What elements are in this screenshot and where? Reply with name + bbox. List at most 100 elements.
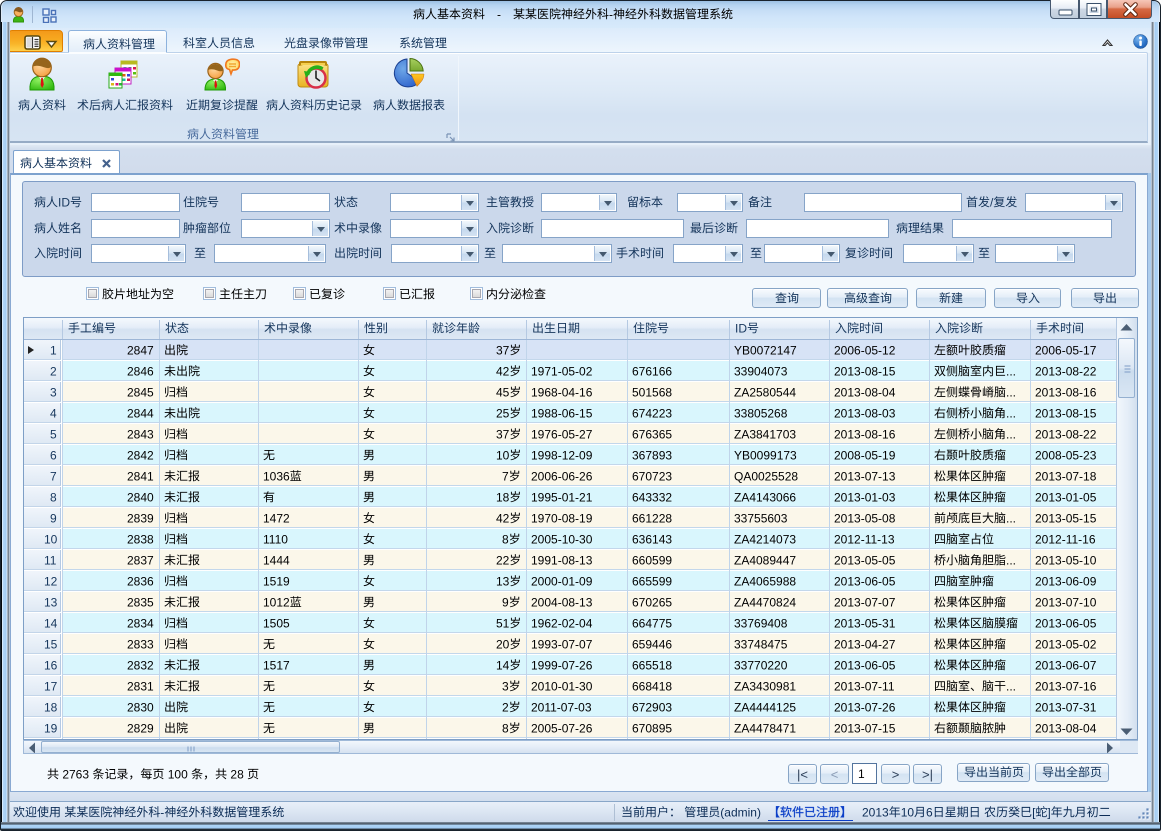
svg-text:33805268: 33805268 (734, 407, 788, 420)
svg-text:1036: 1036 (263, 470, 290, 483)
svg-text:2013-07-11: 2013-07-11 (834, 680, 895, 693)
svg-text:1444: 1444 (263, 554, 290, 567)
svg-text:2832: 2832 (127, 659, 154, 672)
svg-text:13: 13 (44, 596, 58, 609)
svg-text:2844: 2844 (127, 407, 154, 420)
svg-text:2008-05-19: 2008-05-19 (834, 449, 896, 462)
svg-text:...: ... (1006, 680, 1016, 693)
svg-text:1517: 1517 (263, 659, 290, 672)
svg-text:1519: 1519 (263, 575, 290, 588)
svg-text:10: 10 (44, 533, 58, 546)
svg-text:]: ] (1047, 806, 1050, 819)
svg-text:...: ... (1006, 554, 1016, 567)
svg-text:2013-08-16: 2013-08-16 (834, 428, 896, 441)
svg-text:-: - (497, 8, 501, 21)
svg-text:665599: 665599 (632, 575, 672, 588)
svg-text:2013: 2013 (862, 806, 889, 819)
svg-text:2013-07-15: 2013-07-15 (834, 722, 896, 735)
svg-text:367893: 367893 (632, 449, 672, 462)
svg-text:2013-01-05: 2013-01-05 (1035, 491, 1097, 504)
svg-text:1472: 1472 (263, 512, 290, 525)
svg-text:2013-05-31: 2013-05-31 (834, 617, 896, 630)
svg-text:16: 16 (44, 659, 58, 672)
svg-text:676365: 676365 (632, 428, 672, 441)
svg-text:2013-07-16: 2013-07-16 (1035, 680, 1097, 693)
svg-text:670723: 670723 (632, 470, 672, 483)
svg-text:7: 7 (502, 470, 509, 483)
svg-text:...: ... (1006, 407, 1016, 420)
svg-text:1995-01-21: 1995-01-21 (531, 491, 593, 504)
svg-text:2013-05-02: 2013-05-02 (1035, 638, 1097, 651)
svg-text:660599: 660599 (632, 554, 672, 567)
svg-text:ZA4143066: ZA4143066 (734, 491, 796, 504)
svg-text:ZA3430981: ZA3430981 (734, 680, 796, 693)
svg-text:...: ... (1006, 428, 1016, 441)
svg-text:ZA4470824: ZA4470824 (734, 596, 796, 609)
svg-text:ZA4065988: ZA4065988 (734, 575, 796, 588)
svg-text:ZA3841703: ZA3841703 (734, 428, 796, 441)
svg-text:ZA4444125: ZA4444125 (734, 701, 796, 714)
svg-text:33769408: 33769408 (734, 617, 788, 630)
svg-text:672903: 672903 (632, 701, 672, 714)
svg-text:1971-05-02: 1971-05-02 (531, 365, 593, 378)
svg-text:18: 18 (44, 701, 58, 714)
svg-text:501568: 501568 (632, 386, 672, 399)
svg-text:51: 51 (496, 617, 510, 630)
svg-text:2000-01-09: 2000-01-09 (531, 575, 593, 588)
svg-text:2833: 2833 (127, 638, 154, 651)
svg-text:2006-05-17: 2006-05-17 (1035, 344, 1097, 357)
svg-text:2005-10-30: 2005-10-30 (531, 533, 593, 546)
svg-text:6: 6 (926, 806, 933, 819)
svg-text:37: 37 (496, 428, 510, 441)
svg-text:676166: 676166 (632, 365, 672, 378)
svg-text:...: ... (1006, 386, 1016, 399)
svg-text:2013-08-04: 2013-08-04 (1035, 722, 1097, 735)
svg-text:2012-11-16: 2012-11-16 (1035, 533, 1096, 546)
svg-text:9: 9 (50, 512, 57, 525)
svg-text:2010-01-30: 2010-01-30 (531, 680, 593, 693)
svg-text:2013-07-10: 2013-07-10 (1035, 596, 1097, 609)
svg-text:6: 6 (50, 449, 57, 462)
svg-text:2838: 2838 (127, 533, 154, 546)
svg-text:2013-05-10: 2013-05-10 (1035, 554, 1097, 567)
svg-text:2830: 2830 (127, 701, 154, 714)
svg-text:665518: 665518 (632, 659, 672, 672)
svg-text:20: 20 (496, 638, 510, 651)
svg-text:2013-01-03: 2013-01-03 (834, 491, 896, 504)
svg-text:14: 14 (44, 617, 58, 630)
svg-text:42: 42 (496, 365, 510, 378)
svg-text:1988-06-15: 1988-06-15 (531, 407, 593, 420)
svg-text:...: ... (1006, 365, 1016, 378)
svg-text:2829: 2829 (127, 722, 154, 735)
svg-text:2013-04-27: 2013-04-27 (834, 638, 896, 651)
svg-text:5: 5 (50, 428, 57, 441)
svg-text:2013-08-22: 2013-08-22 (1035, 365, 1097, 378)
svg-text:...: ... (1006, 512, 1016, 525)
svg-text:10: 10 (496, 449, 510, 462)
svg-text:1999-07-26: 1999-07-26 (531, 659, 593, 672)
svg-text:670895: 670895 (632, 722, 672, 735)
svg-text:659446: 659446 (632, 638, 672, 651)
svg-text:1970-08-19: 1970-08-19 (531, 512, 593, 525)
svg-text:2013-07-18: 2013-07-18 (1035, 470, 1097, 483)
svg-text:ZA2580544: ZA2580544 (734, 386, 796, 399)
svg-text:33904073: 33904073 (734, 365, 788, 378)
svg-text:1110: 1110 (263, 533, 288, 546)
svg-text:2006-06-26: 2006-06-26 (531, 470, 593, 483)
svg-text:ZA4478471: ZA4478471 (734, 722, 796, 735)
svg-text:14: 14 (496, 659, 510, 672)
svg-text:2: 2 (502, 701, 509, 714)
svg-text:QA0025528: QA0025528 (734, 470, 798, 483)
svg-text:2013-08-15: 2013-08-15 (1035, 407, 1097, 420)
svg-text:668418: 668418 (632, 680, 672, 693)
svg-text:8: 8 (502, 722, 509, 735)
svg-text:2013-07-26: 2013-07-26 (834, 701, 896, 714)
svg-text:661228: 661228 (632, 512, 672, 525)
svg-text:2013-07-13: 2013-07-13 (834, 470, 896, 483)
svg-text:2012-11-13: 2012-11-13 (834, 533, 895, 546)
svg-text:33770220: 33770220 (734, 659, 788, 672)
svg-text:8: 8 (50, 491, 57, 504)
svg-text:2013-06-05: 2013-06-05 (834, 575, 896, 588)
svg-text:1968-04-16: 1968-04-16 (531, 386, 593, 399)
svg-text:636143: 636143 (632, 533, 672, 546)
